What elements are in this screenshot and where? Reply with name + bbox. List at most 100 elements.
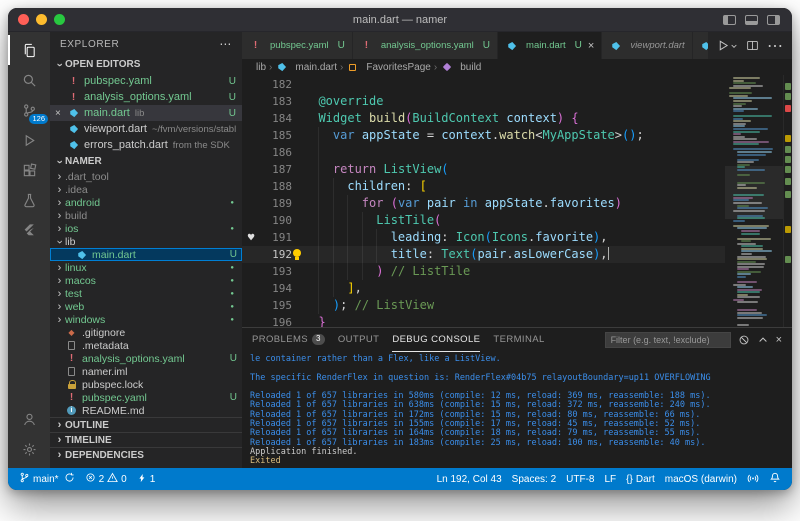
tree-item-linux[interactable]: ›linux●	[50, 261, 242, 274]
language-mode-indicator[interactable]: {} Dart	[621, 474, 660, 485]
code-line-189[interactable]: 189 for (var pair in appState.favorites)	[242, 195, 725, 212]
code-line-182[interactable]: 182	[242, 76, 725, 93]
tree-item-namer.iml[interactable]: namer.iml	[50, 365, 242, 378]
tree-item-.idea[interactable]: ›.idea	[50, 183, 242, 196]
breadcrumb-item-main.dart[interactable]: main.dart	[275, 62, 337, 73]
minimap[interactable]	[725, 75, 783, 327]
glyph-margin[interactable]	[242, 195, 260, 212]
open-editor-analysis_options.yaml[interactable]: !analysis_options.yamlU	[50, 89, 242, 105]
code-line-186[interactable]: 186	[242, 144, 725, 161]
cursor-position[interactable]: Ln 192, Col 43	[432, 474, 507, 485]
feedback-indicator[interactable]	[742, 472, 764, 487]
close-window-button[interactable]	[18, 14, 29, 25]
code-text[interactable]	[292, 144, 725, 161]
code-line-188[interactable]: 188 children: [	[242, 178, 725, 195]
lightbulb-icon[interactable]	[293, 249, 301, 257]
tree-item-pubspec.yaml[interactable]: !pubspec.yamlU	[50, 391, 242, 404]
code-line-194[interactable]: 194 ],	[242, 280, 725, 297]
tree-item-test[interactable]: ›test●	[50, 287, 242, 300]
code-text[interactable]: title: Text(pair.asLowerCase),	[292, 246, 725, 263]
glyph-margin[interactable]	[242, 212, 260, 229]
explorer-more-actions-icon[interactable]: ⋯	[219, 37, 232, 51]
tree-item-pubspec.lock[interactable]: pubspec.lock	[50, 378, 242, 391]
code-line-187[interactable]: 187 return ListView(	[242, 161, 725, 178]
tab-pubspec.yaml[interactable]: !pubspec.yamlU	[242, 32, 353, 59]
more-actions-icon[interactable]: ⋯	[767, 36, 783, 56]
glyph-margin[interactable]	[242, 178, 260, 195]
glyph-margin[interactable]	[242, 297, 260, 314]
code-text[interactable]: Widget build(BuildContext context) {	[292, 110, 725, 127]
code-line-191[interactable]: ♥191 leading: Icon(Icons.favorite),	[242, 229, 725, 246]
debug-console-output[interactable]: le container rather than a Flex, like a …	[242, 352, 792, 468]
toggle-panel-icon[interactable]	[745, 15, 758, 25]
run-debug-activity-icon[interactable]	[8, 125, 50, 155]
panel-tab-debug-console[interactable]: DEBUG CONSOLE	[392, 328, 480, 352]
tab-errors_patch.dart[interactable]: errors_patch.dart	[693, 32, 708, 59]
code-text[interactable]: for (var pair in appState.favorites)	[292, 195, 725, 212]
sidebar-section-dependencies[interactable]: ›DEPENDENCIES	[50, 447, 242, 462]
tree-item-main.dart[interactable]: main.dartU	[50, 248, 242, 261]
search-activity-icon[interactable]	[8, 65, 50, 95]
zoom-window-button[interactable]	[54, 14, 65, 25]
open-editors-section-header[interactable]: › OPEN EDITORS	[50, 56, 242, 73]
code-line-192[interactable]: 192 title: Text(pair.asLowerCase),	[242, 246, 725, 263]
eol-indicator[interactable]: LF	[599, 474, 621, 485]
project-section-header[interactable]: › NAMER	[50, 153, 242, 170]
code-text[interactable]: return ListView(	[292, 161, 725, 178]
breadcrumb-item-build[interactable]: build	[440, 62, 481, 73]
open-editor-viewport.dart[interactable]: viewport.dart~/fvm/versions/stable/packa…	[50, 121, 242, 137]
panel-tab-output[interactable]: OUTPUT	[338, 328, 379, 352]
code-text[interactable]: @override	[292, 93, 725, 110]
tree-item-android[interactable]: ›android●	[50, 196, 242, 209]
glyph-margin[interactable]	[242, 144, 260, 161]
code-line-184[interactable]: 184 Widget build(BuildContext context) {	[242, 110, 725, 127]
code-text[interactable]: ); // ListView	[292, 297, 725, 314]
toggle-sidebar-icon[interactable]	[723, 15, 736, 25]
glyph-margin[interactable]	[242, 161, 260, 178]
minimize-window-button[interactable]	[36, 14, 47, 25]
glyph-margin[interactable]	[242, 76, 260, 93]
code-text[interactable]: children: [	[292, 178, 725, 195]
panel-tab-problems[interactable]: PROBLEMS3	[252, 328, 325, 352]
glyph-margin[interactable]	[242, 263, 260, 280]
sidebar-section-timeline[interactable]: ›TIMELINE	[50, 432, 242, 447]
run-file-icon[interactable]	[717, 39, 738, 52]
panel-tab-terminal[interactable]: TERMINAL	[493, 328, 544, 352]
tree-item-lib[interactable]: ›lib	[50, 235, 242, 248]
split-editor-icon[interactable]	[746, 39, 759, 52]
explorer-activity-icon[interactable]	[8, 35, 50, 65]
toggle-secondary-sidebar-icon[interactable]	[767, 15, 780, 25]
git-branch-indicator[interactable]: main*	[14, 468, 80, 490]
code-line-190[interactable]: 190 ListTile(	[242, 212, 725, 229]
glyph-margin[interactable]	[242, 280, 260, 297]
filter-input[interactable]	[605, 332, 731, 348]
tree-item-ios[interactable]: ›ios●	[50, 222, 242, 235]
flutter-device-selector[interactable]: macOS (darwin)	[660, 474, 742, 485]
glyph-margin[interactable]	[242, 110, 260, 127]
glyph-margin[interactable]	[242, 314, 260, 327]
code-text[interactable]: leading: Icon(Icons.favorite),	[292, 229, 725, 246]
code-text[interactable]: ) // ListTile	[292, 263, 725, 280]
tree-item-macos[interactable]: ›macos●	[50, 274, 242, 287]
flash-indicator[interactable]: 1	[132, 468, 161, 490]
encoding-indicator[interactable]: UTF-8	[561, 474, 599, 485]
open-editor-pubspec.yaml[interactable]: !pubspec.yamlU	[50, 73, 242, 89]
code-line-193[interactable]: 193 ) // ListTile	[242, 263, 725, 280]
code-text[interactable]: }	[292, 314, 725, 327]
problems-indicator[interactable]: 2 0	[80, 468, 132, 490]
sidebar-section-outline[interactable]: ›OUTLINE	[50, 417, 242, 432]
tab-main.dart[interactable]: main.dartU×	[498, 32, 602, 59]
code-line-195[interactable]: 195 ); // ListView	[242, 297, 725, 314]
tree-item-.dart_tool[interactable]: ›.dart_tool	[50, 170, 242, 183]
indentation-indicator[interactable]: Spaces: 2	[507, 474, 561, 485]
testing-activity-icon[interactable]	[8, 185, 50, 215]
close-editor-icon[interactable]: ×	[55, 108, 67, 119]
notifications-bell[interactable]	[764, 472, 786, 487]
extensions-activity-icon[interactable]	[8, 155, 50, 185]
glyph-margin[interactable]	[242, 127, 260, 144]
code-text[interactable]: ListTile(	[292, 212, 725, 229]
code-line-185[interactable]: 185 var appState = context.watch<MyAppSt…	[242, 127, 725, 144]
tree-item-windows[interactable]: ›windows●	[50, 313, 242, 326]
code-line-183[interactable]: 183 @override	[242, 93, 725, 110]
code-text[interactable]	[292, 76, 725, 93]
